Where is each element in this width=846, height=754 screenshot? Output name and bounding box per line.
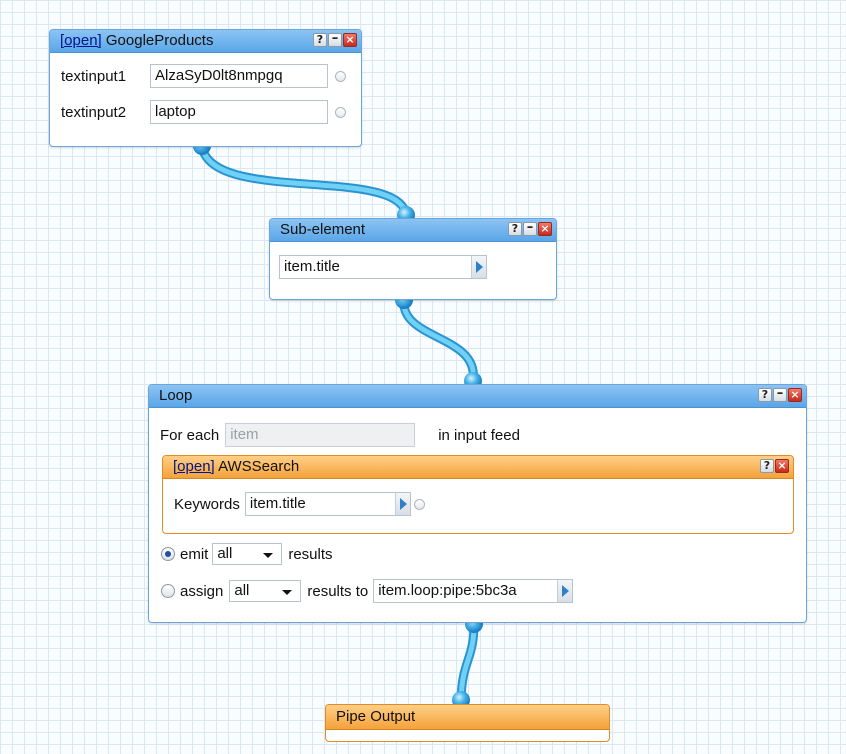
textinput1-field[interactable]: AlzaSyD0lt8nmpgq <box>150 64 328 88</box>
emit-select[interactable]: all <box>212 543 283 565</box>
help-button[interactable]: ? <box>760 459 774 473</box>
close-button[interactable]: × <box>775 459 789 473</box>
keywords-field[interactable]: item.title <box>244 492 411 516</box>
submodule-header[interactable]: [open] AWSSearch ? × <box>163 456 793 479</box>
module-title: Sub-element <box>280 221 366 238</box>
loop-module[interactable]: Loop ? – × For each item in input feed [… <box>148 384 807 623</box>
close-button[interactable]: × <box>788 388 802 402</box>
module-header[interactable]: Pipe Output <box>326 705 609 730</box>
assign-target-value: item.loop:pipe:5bc3a <box>378 582 517 599</box>
open-link[interactable]: [open] <box>60 32 102 49</box>
textinput1-terminal[interactable] <box>335 70 346 82</box>
minimize-button[interactable]: – <box>328 32 342 47</box>
emit-radio[interactable] <box>161 547 175 561</box>
sub-element-path-field[interactable]: item.title <box>279 255 487 279</box>
path-selector-arrow-icon[interactable] <box>394 493 410 515</box>
assign-target-field[interactable]: item.loop:pipe:5bc3a <box>373 579 574 603</box>
module-header[interactable]: [open] GoogleProducts ? – × <box>50 30 361 53</box>
googleproducts-module[interactable]: [open] GoogleProducts ? – × textinput1 A… <box>49 29 362 147</box>
textinput1-label: textinput1 <box>61 67 127 85</box>
sub-element-value: item.title <box>284 258 340 275</box>
textinput2-field[interactable]: laptop <box>150 100 328 124</box>
module-title: Pipe Output <box>336 708 416 725</box>
minimize-button[interactable]: – <box>523 221 537 236</box>
for-each-field[interactable]: item <box>225 423 416 447</box>
in-input-feed-label: in input feed <box>438 426 520 444</box>
keywords-label: Keywords <box>174 495 240 513</box>
keywords-terminal[interactable] <box>413 498 425 510</box>
close-button[interactable]: × <box>538 222 552 236</box>
path-selector-arrow-icon[interactable] <box>471 256 486 278</box>
results-to-label: results to <box>307 582 369 600</box>
module-title: Loop <box>159 387 193 404</box>
path-selector-arrow-icon[interactable] <box>557 580 573 602</box>
emit-label: emit <box>180 545 209 563</box>
assign-label: assign <box>180 582 224 600</box>
help-button[interactable]: ? <box>508 222 522 236</box>
assign-radio[interactable] <box>161 584 175 598</box>
for-each-label: For each <box>160 426 220 444</box>
minimize-button[interactable]: – <box>773 387 787 402</box>
emit-results-label: results <box>288 545 333 563</box>
assign-select[interactable]: all <box>229 580 302 602</box>
keywords-value: item.title <box>249 495 306 512</box>
pipe-output-module[interactable]: Pipe Output <box>325 704 610 742</box>
module-title: GoogleProducts <box>105 32 214 49</box>
open-link[interactable]: [open] <box>173 458 215 475</box>
textinput2-terminal[interactable] <box>335 106 346 118</box>
sub-element-module[interactable]: Sub-element ? – × item.title <box>269 218 557 300</box>
textinput2-label: textinput2 <box>61 103 127 121</box>
close-button[interactable]: × <box>343 33 357 47</box>
help-button[interactable]: ? <box>758 388 772 402</box>
awssearch-submodule[interactable]: [open] AWSSearch ? × Keywords item.title <box>162 455 794 534</box>
help-button[interactable]: ? <box>313 33 327 47</box>
module-header[interactable]: Loop ? – × <box>149 385 806 408</box>
submodule-title: AWSSearch <box>218 458 300 475</box>
module-header[interactable]: Sub-element ? – × <box>270 219 556 242</box>
